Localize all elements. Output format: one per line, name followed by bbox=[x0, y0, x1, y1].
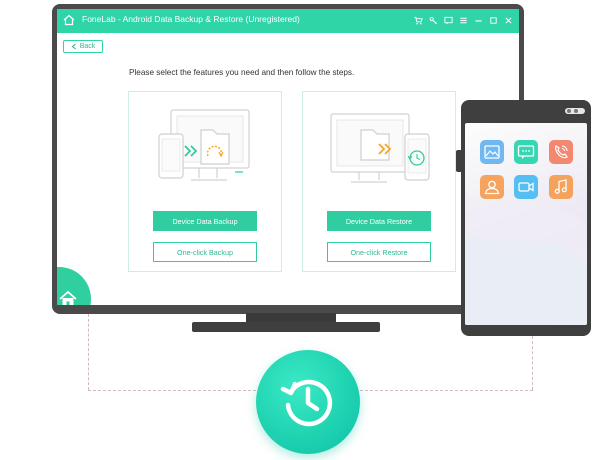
photos-app-icon[interactable] bbox=[480, 140, 504, 164]
home-button[interactable] bbox=[57, 267, 91, 305]
connector-left-vertical bbox=[88, 314, 89, 390]
maximize-icon[interactable] bbox=[489, 14, 498, 27]
one-click-restore-button[interactable]: One-click Restore bbox=[327, 242, 431, 262]
history-clock-badge bbox=[256, 350, 360, 454]
tablet-sensor-icon bbox=[574, 109, 578, 113]
contacts-app-icon[interactable] bbox=[480, 175, 504, 199]
app-home-icon[interactable] bbox=[63, 14, 75, 26]
app-window: FoneLab - Android Data Backup & Restore … bbox=[57, 9, 519, 305]
monitor-stand-base bbox=[192, 322, 380, 332]
close-icon[interactable] bbox=[504, 14, 513, 27]
home-icon bbox=[59, 291, 77, 305]
connector-bottom-left bbox=[88, 390, 256, 391]
cart-icon[interactable] bbox=[414, 14, 423, 27]
messages-app-icon[interactable] bbox=[514, 140, 538, 164]
menu-icon[interactable] bbox=[459, 14, 468, 27]
tablet-screen bbox=[465, 123, 587, 325]
backup-panel: Device Data Backup One-click Backup bbox=[128, 91, 282, 272]
window-title: FoneLab - Android Data Backup & Restore … bbox=[82, 14, 300, 24]
back-arrow-icon bbox=[71, 43, 76, 50]
video-app-icon[interactable] bbox=[514, 175, 538, 199]
back-button[interactable]: Back bbox=[63, 40, 103, 53]
restore-illustration-icon bbox=[330, 113, 430, 183]
connector-bottom-right bbox=[360, 390, 533, 391]
title-bar: FoneLab - Android Data Backup & Restore … bbox=[57, 9, 519, 33]
connector-right-vertical bbox=[532, 336, 533, 390]
backup-illustration-icon bbox=[158, 109, 250, 181]
back-label: Back bbox=[79, 43, 96, 50]
restore-panel: Device Data Restore One-click Restore bbox=[302, 91, 456, 272]
music-app-icon[interactable] bbox=[549, 175, 573, 199]
minimize-icon[interactable] bbox=[474, 14, 483, 27]
tablet-camera-icon bbox=[567, 109, 571, 113]
title-bar-controls bbox=[414, 14, 513, 27]
device-data-restore-button[interactable]: Device Data Restore bbox=[327, 211, 431, 231]
instruction-text: Please select the features you need and … bbox=[129, 68, 355, 77]
call-log-app-icon[interactable] bbox=[549, 140, 573, 164]
feedback-icon[interactable] bbox=[444, 14, 453, 27]
tablet-side-button bbox=[456, 150, 461, 172]
one-click-backup-button[interactable]: One-click Backup bbox=[153, 242, 257, 262]
key-icon[interactable] bbox=[429, 14, 438, 27]
history-clock-icon bbox=[280, 379, 333, 427]
device-data-backup-button[interactable]: Device Data Backup bbox=[153, 211, 257, 231]
tablet-top-bar bbox=[461, 100, 591, 122]
